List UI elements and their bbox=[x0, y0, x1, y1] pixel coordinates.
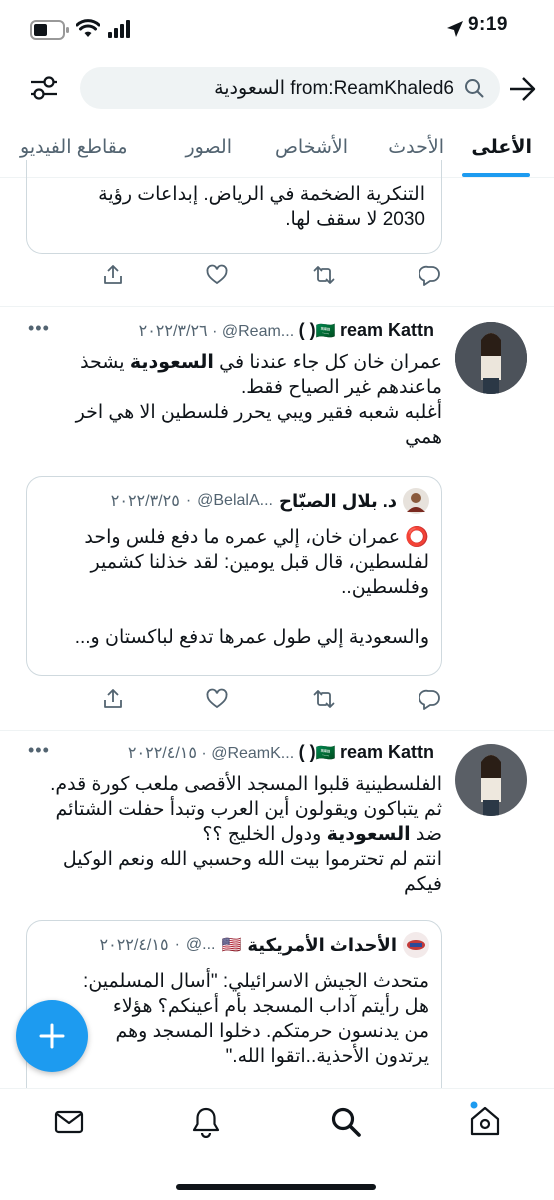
quoted-tweet-card[interactable]: التنكرية الضخمة في الرياض. إبداعات رؤية … bbox=[26, 160, 442, 254]
avatar-photo bbox=[455, 744, 527, 816]
like-icon[interactable] bbox=[206, 264, 228, 286]
wifi-icon bbox=[76, 19, 100, 37]
quote-text-line: والسعودية إلي طول عمرها تدفع لباكستان و.… bbox=[74, 627, 429, 648]
avatar-photo bbox=[455, 322, 527, 394]
quote-handle: @... bbox=[185, 936, 216, 953]
messages-icon[interactable] bbox=[54, 1109, 84, 1135]
status-bar: 9:19 bbox=[0, 0, 554, 62]
country-flag: 🇸🇦 bbox=[315, 323, 336, 340]
tweet-divider bbox=[0, 730, 554, 731]
highlight-keyword: السعودية bbox=[326, 824, 411, 845]
tweet-text-line: عمران خان كل جاء عندنا في السعودية يشحذ bbox=[80, 352, 442, 373]
quote-text-line: يرتدون الأحذية..اتقوا الله." bbox=[225, 1046, 429, 1067]
avatar[interactable] bbox=[455, 322, 527, 394]
quote-avatar bbox=[403, 932, 429, 958]
quote-text-line: متحدث الجيش الاسرائيلي: "أسال المسلمين: bbox=[83, 971, 429, 992]
tweet-text: عمران خان كل جاء عندنا في السعودية يشحذ … bbox=[22, 350, 442, 450]
like-icon[interactable] bbox=[206, 688, 228, 710]
location-arrow-icon bbox=[447, 21, 463, 37]
quote-text-line: من يدنسون حرمتكم. دخلوا المسجد وهم bbox=[115, 1021, 429, 1042]
quote-text-line: وفلسطين.. bbox=[341, 577, 429, 598]
quote-handle: @BelalA... bbox=[197, 492, 273, 509]
retweet-icon[interactable] bbox=[313, 688, 335, 710]
tweet-text-line: فيكم bbox=[404, 874, 442, 895]
quote-avatar bbox=[403, 488, 429, 514]
home-indicator bbox=[176, 1184, 376, 1190]
country-flag: 🇺🇸 bbox=[221, 937, 242, 954]
tweet-text-line: ثم يتباكون ويقولون أين العرب وتبدأ حفلت … bbox=[55, 799, 442, 820]
quote-text-line: التنكرية الضخمة في الرياض. إبداعات رؤية bbox=[98, 184, 425, 205]
quote-text-line: لفلسطين، قال قبل يومين: لقد خذلنا كشمير bbox=[90, 552, 429, 573]
tweet-text-line: انتم لم تحترموا بيت الله وحسبي الله ونعم… bbox=[62, 849, 442, 870]
tweet-text-line: أغلبه شعبه فقير ويبي يحرر فلسطين الا هي … bbox=[75, 402, 442, 423]
tab-photos[interactable]: الصور bbox=[185, 136, 232, 159]
tab-people[interactable]: الأشخاص bbox=[275, 136, 348, 159]
tweet-divider bbox=[0, 306, 554, 307]
search-settings-icon[interactable] bbox=[28, 72, 60, 104]
clock: 9:19 bbox=[467, 14, 508, 35]
tweet-header: 🇸🇦 ream Kattn( ) @ReamK... · ٢٠٢٢/٤/١٥ bbox=[114, 742, 434, 768]
share-icon[interactable] bbox=[102, 264, 124, 286]
twitter-search-results-screen: 9:19 from:ReamKhaled6 السعودية الأعلى ال… bbox=[0, 0, 554, 1200]
home-icon[interactable] bbox=[468, 1101, 502, 1137]
timestamp: ٢٠٢٢/٣/٢٦ bbox=[138, 323, 208, 340]
quote-display-name: د. بلال الصبّاح bbox=[278, 490, 397, 511]
search-input[interactable]: from:ReamKhaled6 السعودية bbox=[80, 67, 500, 109]
compose-tweet-button[interactable] bbox=[16, 1000, 88, 1072]
quote-text: ⭕ عمران خان، إلي عمره ما دفع فلس واحد لف… bbox=[39, 525, 429, 650]
separator: · bbox=[174, 936, 180, 953]
tweet-text-line: ماعندهم غير الصياح فقط. bbox=[240, 377, 442, 398]
share-icon[interactable] bbox=[102, 688, 124, 710]
battery-icon bbox=[30, 20, 69, 40]
quote-timestamp: ٢٠٢٢/٤/١٥ bbox=[99, 937, 169, 954]
quote-text-line: عمران خان، إلي عمره ما دفع فلس واحد bbox=[84, 527, 406, 548]
red-circle-emoji: ⭕ bbox=[405, 527, 429, 548]
avatar[interactable] bbox=[455, 744, 527, 816]
separator: · bbox=[185, 492, 192, 509]
handle[interactable]: @ReamK... bbox=[211, 745, 294, 762]
notifications-bell-icon[interactable] bbox=[191, 1106, 221, 1138]
separator: · bbox=[212, 323, 218, 340]
quote-text: متحدث الجيش الاسرائيلي: "أسال المسلمين: … bbox=[39, 969, 429, 1069]
highlight-keyword: السعودية bbox=[129, 352, 214, 373]
tab-latest[interactable]: الأحدث bbox=[388, 136, 444, 159]
tab-videos[interactable]: مقاطع الفيديو bbox=[20, 136, 128, 159]
tweet-actions bbox=[0, 688, 554, 716]
active-tab-indicator bbox=[462, 173, 530, 177]
new-content-dot bbox=[470, 1101, 478, 1109]
handle[interactable]: @Ream... bbox=[222, 323, 294, 340]
quote-display-name: الأحداث الأمريكية bbox=[247, 934, 397, 955]
search-query-text: from:ReamKhaled6 السعودية bbox=[214, 77, 454, 99]
quote-text-line: 2030 لا سقف لها. bbox=[285, 209, 425, 230]
signal-icon bbox=[108, 20, 130, 38]
tweet-text: الفلسطينية قلبوا المسجد الأقصى ملعب كورة… bbox=[22, 772, 442, 897]
reply-icon[interactable] bbox=[419, 264, 441, 286]
separator: · bbox=[201, 745, 207, 762]
quote-text-line: هل رأيتم آداب المسجد بأم أعينكم؟ هؤلاء bbox=[112, 996, 429, 1017]
more-options-icon[interactable]: ••• bbox=[28, 318, 50, 339]
country-flag: 🇸🇦 bbox=[315, 745, 336, 762]
search-icon bbox=[465, 79, 484, 98]
tweet-text-line: الفلسطينية قلبوا المسجد الأقصى ملعب كورة… bbox=[50, 774, 442, 795]
reply-icon[interactable] bbox=[419, 688, 441, 710]
more-options-icon[interactable]: ••• bbox=[28, 740, 50, 761]
search-explore-icon[interactable] bbox=[330, 1106, 362, 1138]
quote-timestamp: ٢٠٢٢/٣/٢٥ bbox=[110, 493, 180, 510]
quote-header: الأحداث الأمريكية 🇺🇸 @... · ٢٠٢٢/٤/١٥ bbox=[39, 931, 429, 959]
tweet-text-line: ضد السعودية ودول الخليج ؟؟ bbox=[202, 824, 442, 845]
back-arrow-icon[interactable] bbox=[508, 76, 536, 102]
quote-header: د. بلال الصبّاح @BelalA... · ٢٠٢٢/٣/٢٥ bbox=[39, 487, 429, 515]
quoted-tweet-card[interactable]: د. بلال الصبّاح @BelalA... · ٢٠٢٢/٣/٢٥ ⭕… bbox=[26, 476, 442, 676]
tab-top[interactable]: الأعلى bbox=[471, 136, 532, 159]
plus-icon bbox=[39, 1023, 65, 1049]
timestamp: ٢٠٢٢/٤/١٥ bbox=[127, 745, 197, 762]
retweet-icon[interactable] bbox=[313, 264, 335, 286]
tweet-actions bbox=[0, 264, 554, 292]
tweet-text-line: همي bbox=[405, 427, 442, 448]
tweet-header: 🇸🇦 ream Kattn( ) @Ream... · ٢٠٢٢/٣/٢٦ bbox=[114, 320, 434, 346]
